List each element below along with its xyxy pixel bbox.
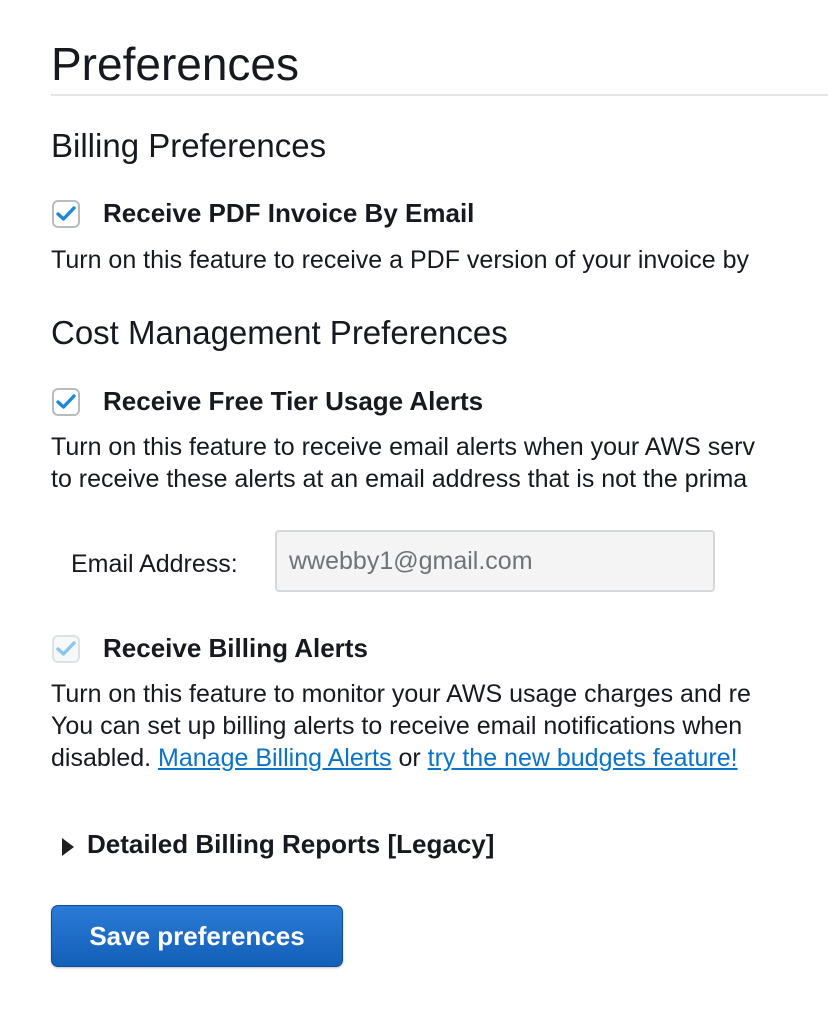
email-address-label: Email Address: bbox=[71, 550, 238, 578]
description-line: Turn on this feature to receive email al… bbox=[51, 433, 756, 461]
pdf-invoice-checkbox[interactable] bbox=[52, 200, 80, 228]
billing-preferences-heading: Billing Preferences bbox=[51, 127, 327, 164]
check-icon bbox=[56, 394, 76, 409]
check-icon bbox=[56, 206, 76, 221]
free-tier-alerts-description: Turn on this feature to receive email al… bbox=[51, 431, 755, 495]
link-connector: or bbox=[398, 744, 421, 772]
save-preferences-button[interactable]: Save preferences bbox=[51, 905, 343, 967]
cost-management-heading: Cost Management Preferences bbox=[51, 314, 508, 351]
budgets-feature-link[interactable]: try the new budgets feature! bbox=[428, 744, 738, 772]
billing-alerts-description: Turn on this feature to monitor your AWS… bbox=[51, 678, 751, 774]
pdf-invoice-label: Receive PDF Invoice By Email bbox=[103, 198, 475, 228]
check-icon bbox=[56, 641, 76, 656]
title-divider bbox=[51, 94, 828, 96]
description-line: to receive these alerts at an email addr… bbox=[51, 465, 748, 493]
description-line: You can set up billing alerts to receive… bbox=[51, 712, 743, 740]
preferences-page: Preferences Billing Preferences Receive … bbox=[0, 0, 828, 1020]
pdf-invoice-description: Turn on this feature to receive a PDF ve… bbox=[51, 246, 750, 274]
description-text: disabled. bbox=[51, 744, 152, 772]
free-tier-alerts-label: Receive Free Tier Usage Alerts bbox=[103, 386, 484, 416]
triangle-right-icon bbox=[62, 838, 74, 856]
email-address-input[interactable] bbox=[275, 530, 715, 592]
detailed-billing-reports-toggle[interactable]: Detailed Billing Reports [Legacy] bbox=[62, 828, 494, 860]
manage-billing-alerts-link[interactable]: Manage Billing Alerts bbox=[158, 744, 391, 772]
billing-alerts-checkbox[interactable] bbox=[52, 635, 80, 663]
billing-alerts-label: Receive Billing Alerts bbox=[103, 633, 368, 663]
detailed-billing-reports-label: Detailed Billing Reports [Legacy] bbox=[87, 829, 495, 859]
description-line: Turn on this feature to monitor your AWS… bbox=[51, 680, 751, 708]
page-title: Preferences bbox=[51, 38, 300, 90]
free-tier-alerts-checkbox[interactable] bbox=[52, 388, 80, 416]
description-line-with-links: disabled. Manage Billing Alerts or try t… bbox=[51, 742, 751, 774]
